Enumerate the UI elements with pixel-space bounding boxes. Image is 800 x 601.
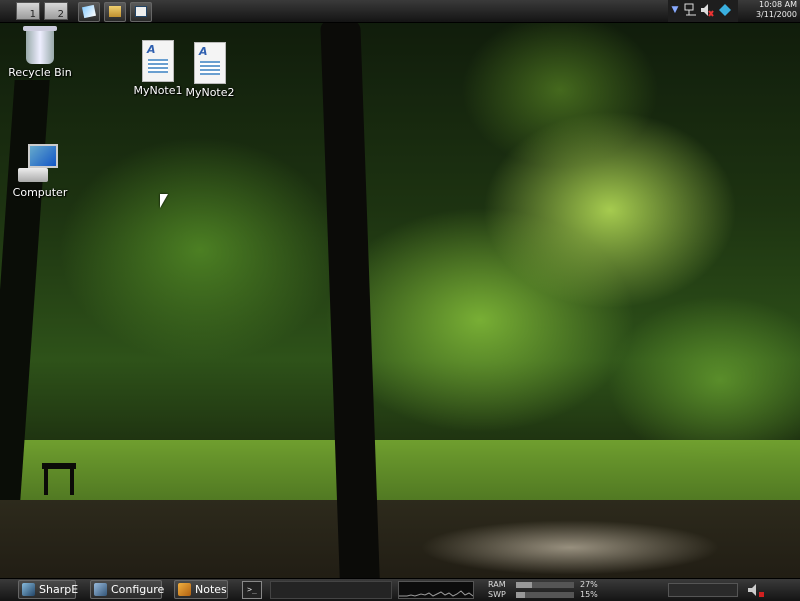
notepad-icon xyxy=(81,4,97,19)
wallpaper-bench xyxy=(42,463,76,499)
wallpaper-stream xyxy=(420,520,720,575)
clock-time: 10:08 AM xyxy=(759,0,797,9)
taskbar-empty-area xyxy=(270,581,392,599)
taskbar-button-configure[interactable]: Configure xyxy=(90,580,165,599)
workspace-1-button[interactable]: 1 xyxy=(16,2,40,20)
document-icon xyxy=(142,40,174,82)
volume-slider[interactable] xyxy=(668,583,738,597)
desktop-icon-label: MyNote1 xyxy=(133,84,183,97)
top-panel: 1 2 ▼ 10:08 AM 3/11/2000 xyxy=(0,0,800,23)
swap-bar xyxy=(516,592,574,598)
desktop-icon-mynote2[interactable]: MyNote2 xyxy=(180,42,240,99)
swap-percent: 15% xyxy=(580,590,598,599)
system-tray: ▼ xyxy=(668,0,738,22)
notepad-launcher[interactable] xyxy=(78,2,100,22)
taskbar-button-notes[interactable]: Notes xyxy=(174,580,228,599)
desktop-icon-computer[interactable]: Computer xyxy=(8,144,72,199)
desktop-icon-label: MyNote2 xyxy=(185,86,235,99)
speaker-muted-icon[interactable] xyxy=(746,582,766,598)
volume-muted-icon[interactable] xyxy=(700,3,714,17)
ram-percent: 27% xyxy=(580,580,598,589)
swap-label: SWP xyxy=(488,590,506,599)
configure-icon xyxy=(94,583,107,596)
file-manager-launcher[interactable] xyxy=(104,2,126,22)
taskbar-button-sharpe[interactable]: SharpE xyxy=(18,580,79,599)
sharpe-icon xyxy=(22,583,35,596)
bottom-panel: SharpE Configure Notes >_ RAM 27% SWP 15… xyxy=(0,578,800,601)
ram-bar-fill xyxy=(516,582,532,588)
task-label: Configure xyxy=(111,583,165,596)
cpu-graph xyxy=(398,581,474,599)
menu-arrow-icon[interactable]: ▼ xyxy=(668,3,682,17)
desktop-icon-mynote1[interactable]: MyNote1 xyxy=(128,40,188,97)
window-list-icon xyxy=(135,6,147,17)
terminal-button[interactable]: >_ xyxy=(242,581,262,599)
document-icon xyxy=(194,42,226,84)
notes-icon xyxy=(178,583,191,596)
clock[interactable]: 10:08 AM 3/11/2000 xyxy=(741,0,797,20)
clock-date: 3/11/2000 xyxy=(755,10,797,19)
desktop-icon-label: Recycle Bin xyxy=(8,66,72,79)
ram-label: RAM xyxy=(488,580,506,589)
task-label: SharpE xyxy=(39,583,79,596)
swap-bar-fill xyxy=(516,592,525,598)
file-manager-icon xyxy=(109,6,121,17)
network-icon[interactable] xyxy=(684,3,698,17)
window-list-launcher[interactable] xyxy=(130,2,152,22)
computer-icon xyxy=(18,144,62,184)
desktop-icon-recycle-bin[interactable]: Recycle Bin xyxy=(8,26,72,79)
workspace-2-button[interactable]: 2 xyxy=(44,2,68,20)
mouse-cursor-icon xyxy=(160,194,168,208)
desktop-icon-label: Computer xyxy=(12,186,68,199)
app-icon[interactable] xyxy=(718,3,732,17)
task-label: Notes xyxy=(195,583,227,596)
ram-bar xyxy=(516,582,574,588)
recycle-bin-icon xyxy=(23,26,57,64)
